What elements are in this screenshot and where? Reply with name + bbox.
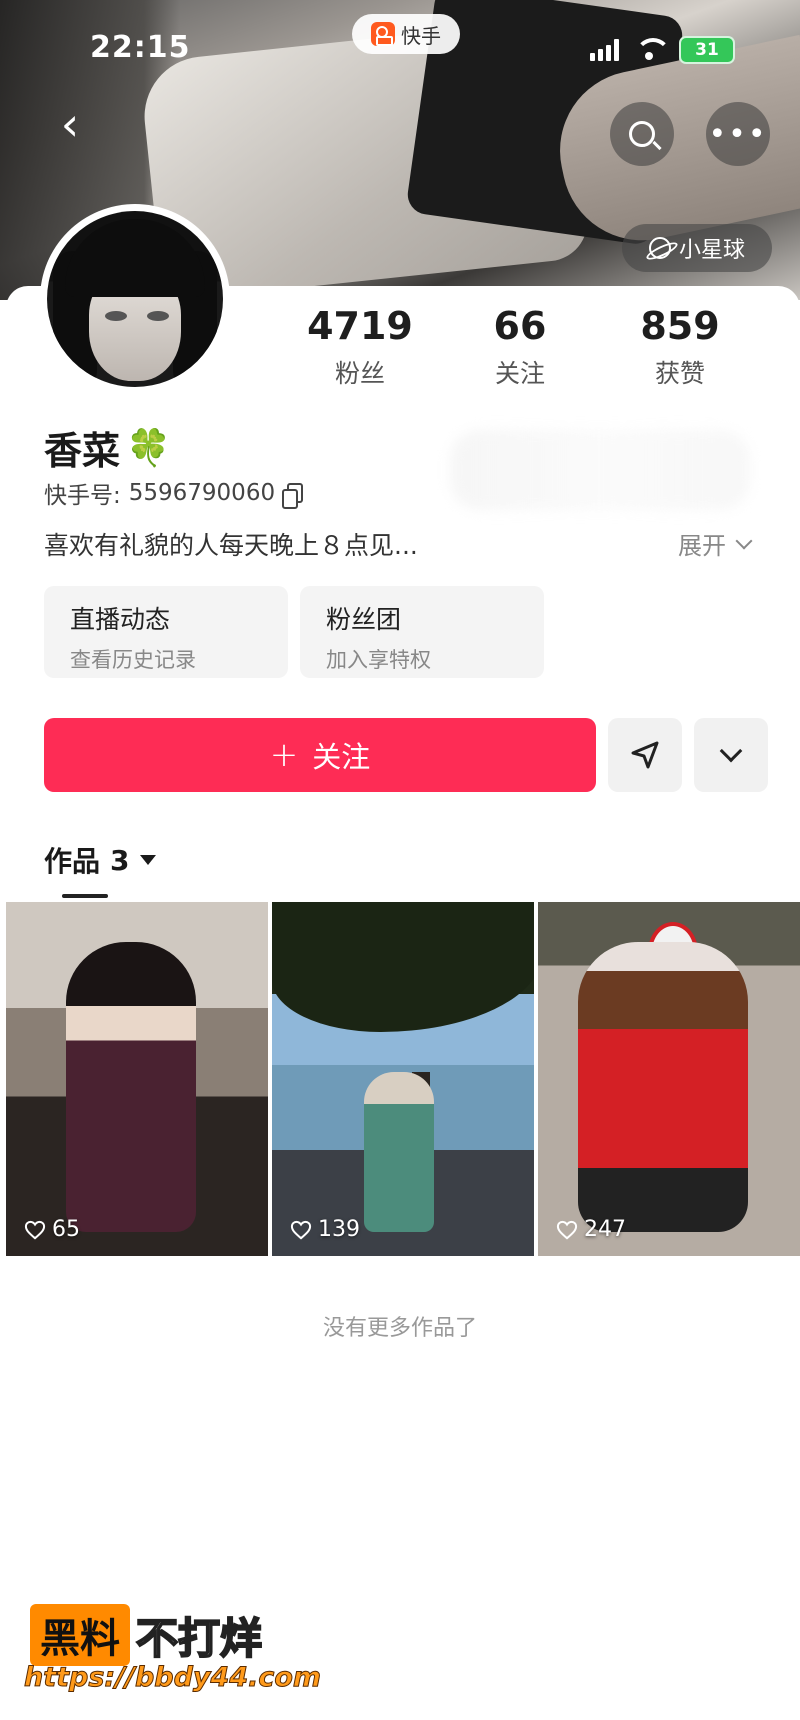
status-icons: 31	[590, 36, 735, 64]
works-grid: 65 139 247	[6, 902, 800, 1256]
more-icon: •••	[708, 116, 768, 152]
message-button[interactable]	[608, 718, 682, 792]
chevron-left-icon: ‹	[60, 97, 80, 151]
battery-level: 31	[695, 40, 719, 60]
planet-label: 小星球	[678, 238, 745, 263]
kuaishou-id: 5596790060	[128, 480, 276, 506]
chevron-down-icon	[735, 532, 753, 549]
kuaishou-id-label: 快手号:	[44, 483, 121, 509]
heart-icon	[290, 1220, 312, 1239]
stat-value: 4719	[307, 304, 413, 348]
watermark-brand-box: 黑料	[30, 1604, 130, 1666]
profile-stats: 4719 粉丝 66 关注 859 获赞	[280, 304, 760, 390]
stat-likes[interactable]: 859 获赞	[600, 304, 760, 390]
work-thumbnail[interactable]: 65	[6, 902, 268, 1256]
search-icon	[629, 121, 655, 147]
live-history-card[interactable]: 直播动态 查看历史记录	[44, 586, 288, 678]
profile-bio: 喜欢有礼貌的人每天晚上８点见...	[44, 531, 418, 560]
stat-followers[interactable]: 4719 粉丝	[280, 304, 440, 390]
tab-indicator	[62, 894, 108, 898]
app-name: 快手	[401, 23, 441, 48]
fan-club-card[interactable]: 粉丝团 加入享特权	[300, 586, 544, 678]
kuaishou-id-row[interactable]: 快手号: 5596790060	[44, 476, 304, 510]
like-count: 65	[24, 1217, 80, 1242]
stat-value: 66	[493, 304, 547, 348]
stat-following[interactable]: 66 关注	[440, 304, 600, 390]
expand-label: 展开	[678, 532, 726, 560]
watermark-brand-text: 不打烊	[135, 1613, 263, 1664]
status-time: 22:15	[90, 30, 191, 65]
battery-icon: 31	[679, 36, 735, 64]
stat-value: 859	[640, 304, 720, 348]
planet-icon	[648, 237, 671, 259]
wifi-icon	[633, 38, 671, 62]
signal-icon	[590, 39, 619, 61]
tab-works[interactable]: 作品 3	[44, 840, 156, 880]
like-count: 139	[290, 1217, 360, 1242]
tab-label: 作品	[44, 845, 101, 878]
paper-plane-icon	[631, 741, 659, 769]
stat-label: 获赞	[654, 359, 705, 388]
like-value: 247	[584, 1217, 626, 1242]
profile-name: 香菜	[44, 429, 121, 473]
chevron-down-icon	[719, 739, 743, 763]
works-count: 3	[110, 843, 130, 877]
watermark-url: https://bbdy44.com	[23, 1662, 322, 1694]
app-indicator: 快手	[352, 14, 460, 54]
blurred-region	[450, 430, 750, 510]
work-thumbnail[interactable]: 139	[272, 902, 534, 1256]
no-more-works: 没有更多作品了	[322, 1316, 477, 1341]
like-value: 139	[318, 1217, 360, 1242]
clover-icon: 🍀	[126, 427, 171, 469]
card-subtitle: 加入享特权	[326, 648, 431, 672]
stat-label: 粉丝	[334, 359, 385, 388]
watermark: 黑料 不打烊	[30, 1604, 263, 1666]
copy-icon[interactable]	[282, 483, 304, 509]
heart-icon	[556, 1220, 578, 1239]
follow-label: 关注	[312, 740, 371, 774]
avatar[interactable]	[40, 204, 230, 394]
stat-label: 关注	[494, 359, 545, 388]
more-options-button[interactable]	[694, 718, 768, 792]
expand-bio-button[interactable]: 展开	[678, 526, 753, 561]
follow-button[interactable]: + 关注	[44, 718, 596, 792]
like-count: 247	[556, 1217, 626, 1242]
profile-name-row: 香菜 🍀	[44, 420, 171, 475]
plus-icon: +	[269, 735, 299, 775]
heart-icon	[24, 1220, 46, 1239]
work-thumbnail[interactable]: 247	[538, 902, 800, 1256]
card-title: 粉丝团	[326, 605, 402, 634]
more-button[interactable]: •••	[706, 102, 770, 166]
caret-down-icon	[139, 855, 156, 865]
card-title: 直播动态	[70, 605, 171, 634]
search-button[interactable]	[610, 102, 674, 166]
planet-button[interactable]: 小星球	[622, 224, 772, 272]
kuaishou-logo-icon	[371, 22, 395, 46]
like-value: 65	[52, 1217, 80, 1242]
card-subtitle: 查看历史记录	[70, 648, 196, 672]
back-button[interactable]: ‹	[48, 101, 92, 148]
